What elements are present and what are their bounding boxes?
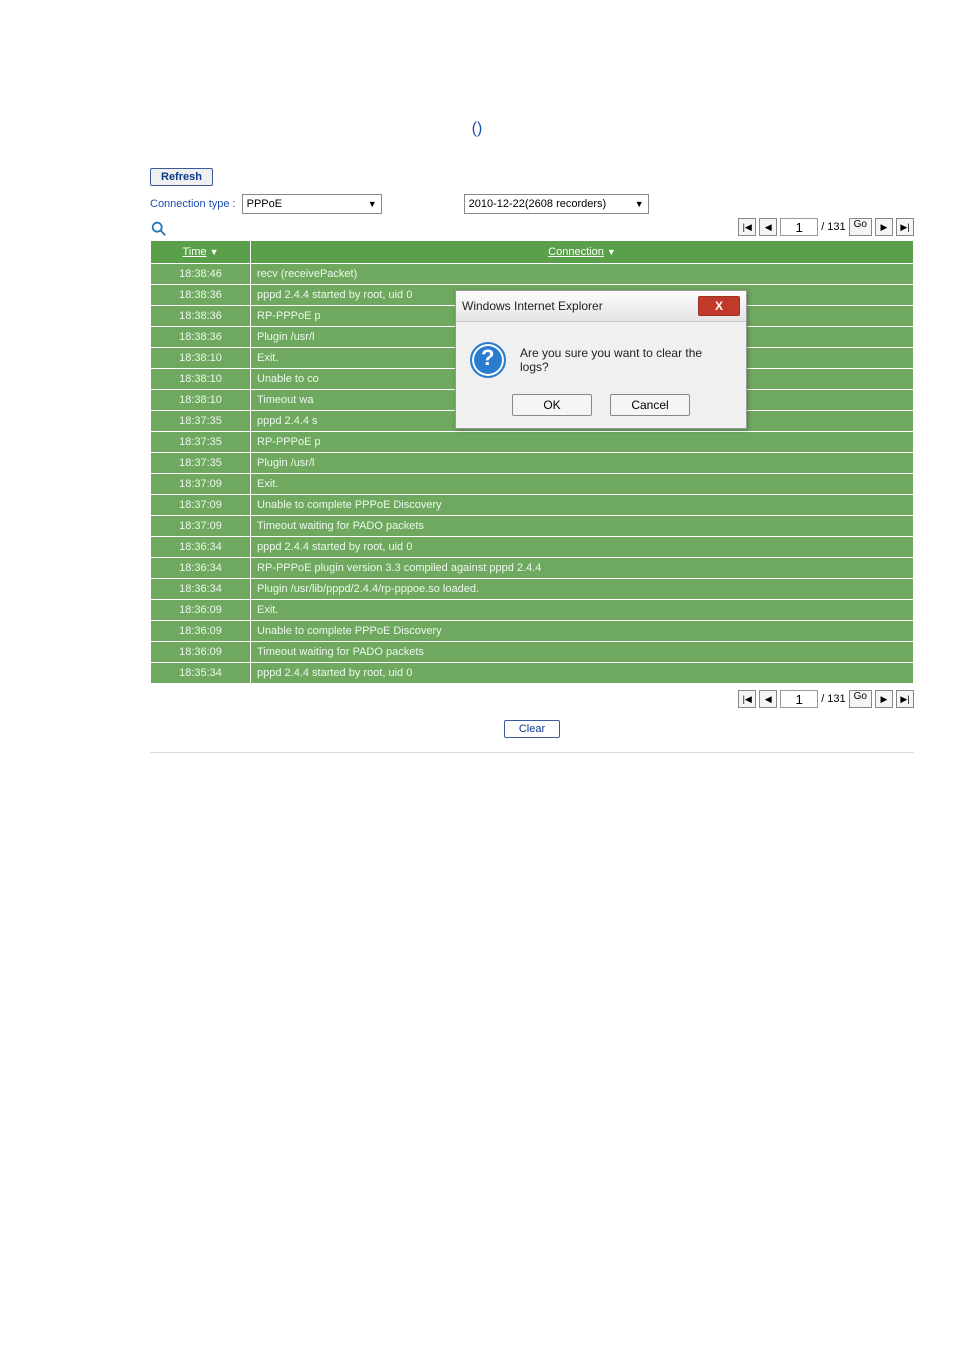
cell-connection: Timeout waiting for PADO packets bbox=[251, 642, 914, 663]
cell-connection: Unable to complete PPPoE Discovery bbox=[251, 621, 914, 642]
table-row: 18:37:35Plugin /usr/l bbox=[151, 453, 914, 474]
date-file-select[interactable]: 2010-12-22(2608 recorders) ▼ bbox=[464, 194, 649, 214]
last-page-button[interactable]: ▶| bbox=[896, 690, 914, 708]
next-page-button[interactable]: ▶ bbox=[875, 218, 893, 236]
cell-connection: Exit. bbox=[251, 474, 914, 495]
sort-desc-icon: ▼ bbox=[607, 247, 616, 257]
cell-time: 18:36:09 bbox=[151, 600, 251, 621]
cell-connection: Plugin /usr/l bbox=[251, 453, 914, 474]
cell-time: 18:38:36 bbox=[151, 306, 251, 327]
cell-time: 18:35:34 bbox=[151, 663, 251, 684]
cell-time: 18:38:10 bbox=[151, 348, 251, 369]
question-icon bbox=[470, 342, 506, 378]
last-page-button[interactable]: ▶| bbox=[896, 218, 914, 236]
cell-time: 18:37:09 bbox=[151, 495, 251, 516]
separator bbox=[150, 752, 914, 753]
dialog-title: Windows Internet Explorer bbox=[462, 299, 603, 313]
table-row: 18:35:34pppd 2.4.4 started by root, uid … bbox=[151, 663, 914, 684]
close-icon[interactable]: X bbox=[698, 296, 740, 316]
decorative-parentheses: () bbox=[0, 120, 954, 138]
cancel-button[interactable]: Cancel bbox=[610, 394, 690, 416]
cell-connection: Plugin /usr/lib/pppd/2.4.4/rp-pppoe.so l… bbox=[251, 579, 914, 600]
col-time-header[interactable]: Time ▼ bbox=[151, 241, 251, 264]
confirm-dialog: Windows Internet Explorer X Are you sure… bbox=[455, 290, 747, 429]
cell-time: 18:37:35 bbox=[151, 411, 251, 432]
prev-page-button[interactable]: ◀ bbox=[759, 690, 777, 708]
table-row: 18:36:09Exit. bbox=[151, 600, 914, 621]
cell-time: 18:36:34 bbox=[151, 579, 251, 600]
page-total: 131 bbox=[827, 221, 845, 233]
prev-page-button[interactable]: ◀ bbox=[759, 218, 777, 236]
sort-desc-icon: ▼ bbox=[210, 247, 219, 257]
cell-connection: RP-PPPoE p bbox=[251, 432, 914, 453]
cell-time: 18:36:34 bbox=[151, 558, 251, 579]
first-page-button[interactable]: |◀ bbox=[738, 218, 756, 236]
cell-connection: Exit. bbox=[251, 600, 914, 621]
chevron-down-icon: ▼ bbox=[368, 199, 377, 209]
table-row: 18:37:09Unable to complete PPPoE Discove… bbox=[151, 495, 914, 516]
go-button[interactable]: Go bbox=[849, 690, 872, 708]
table-row: 18:36:34Plugin /usr/lib/pppd/2.4.4/rp-pp… bbox=[151, 579, 914, 600]
pager-bottom: |◀ ◀ / 131 Go ▶ ▶| bbox=[738, 690, 914, 708]
cell-connection: pppd 2.4.4 started by root, uid 0 bbox=[251, 663, 914, 684]
search-icon[interactable] bbox=[150, 220, 168, 238]
table-row: 18:36:34pppd 2.4.4 started by root, uid … bbox=[151, 537, 914, 558]
page-input[interactable] bbox=[780, 690, 818, 708]
ok-button[interactable]: OK bbox=[512, 394, 592, 416]
first-page-button[interactable]: |◀ bbox=[738, 690, 756, 708]
page-total: 131 bbox=[827, 693, 845, 705]
cell-connection: Timeout waiting for PADO packets bbox=[251, 516, 914, 537]
cell-time: 18:37:35 bbox=[151, 453, 251, 474]
table-row: 18:37:35RP-PPPoE p bbox=[151, 432, 914, 453]
cell-time: 18:38:36 bbox=[151, 327, 251, 348]
page-input[interactable] bbox=[780, 218, 818, 236]
col-connection-header[interactable]: Connection ▼ bbox=[251, 241, 914, 264]
cell-time: 18:38:10 bbox=[151, 369, 251, 390]
connection-type-value: PPPoE bbox=[247, 198, 282, 210]
date-file-value: 2010-12-22(2608 recorders) bbox=[469, 198, 607, 210]
pager-top: |◀ ◀ / 131 Go ▶ ▶| bbox=[738, 218, 914, 236]
cell-time: 18:36:34 bbox=[151, 537, 251, 558]
table-row: 18:37:09Exit. bbox=[151, 474, 914, 495]
refresh-button[interactable]: Refresh bbox=[150, 168, 213, 186]
table-row: 18:36:09Unable to complete PPPoE Discove… bbox=[151, 621, 914, 642]
dialog-message: Are you sure you want to clear the logs? bbox=[520, 346, 732, 374]
page-sep: / bbox=[821, 221, 824, 233]
go-button[interactable]: Go bbox=[849, 218, 872, 236]
connection-type-select[interactable]: PPPoE ▼ bbox=[242, 194, 382, 214]
cell-time: 18:38:10 bbox=[151, 390, 251, 411]
cell-connection: RP-PPPoE plugin version 3.3 compiled aga… bbox=[251, 558, 914, 579]
table-row: 18:36:09Timeout waiting for PADO packets bbox=[151, 642, 914, 663]
cell-time: 18:36:09 bbox=[151, 642, 251, 663]
connection-type-label: Connection type : bbox=[150, 198, 236, 210]
cell-time: 18:37:35 bbox=[151, 432, 251, 453]
cell-time: 18:37:09 bbox=[151, 474, 251, 495]
table-row: 18:36:34RP-PPPoE plugin version 3.3 comp… bbox=[151, 558, 914, 579]
next-page-button[interactable]: ▶ bbox=[875, 690, 893, 708]
cell-connection: Unable to complete PPPoE Discovery bbox=[251, 495, 914, 516]
table-row: 18:38:46recv (receivePacket) bbox=[151, 264, 914, 285]
cell-time: 18:38:46 bbox=[151, 264, 251, 285]
page-sep: / bbox=[821, 693, 824, 705]
cell-time: 18:37:09 bbox=[151, 516, 251, 537]
cell-time: 18:36:09 bbox=[151, 621, 251, 642]
clear-button[interactable]: Clear bbox=[504, 720, 560, 738]
cell-connection: pppd 2.4.4 started by root, uid 0 bbox=[251, 537, 914, 558]
chevron-down-icon: ▼ bbox=[635, 199, 644, 209]
cell-time: 18:38:36 bbox=[151, 285, 251, 306]
table-row: 18:37:09Timeout waiting for PADO packets bbox=[151, 516, 914, 537]
cell-connection: recv (receivePacket) bbox=[251, 264, 914, 285]
